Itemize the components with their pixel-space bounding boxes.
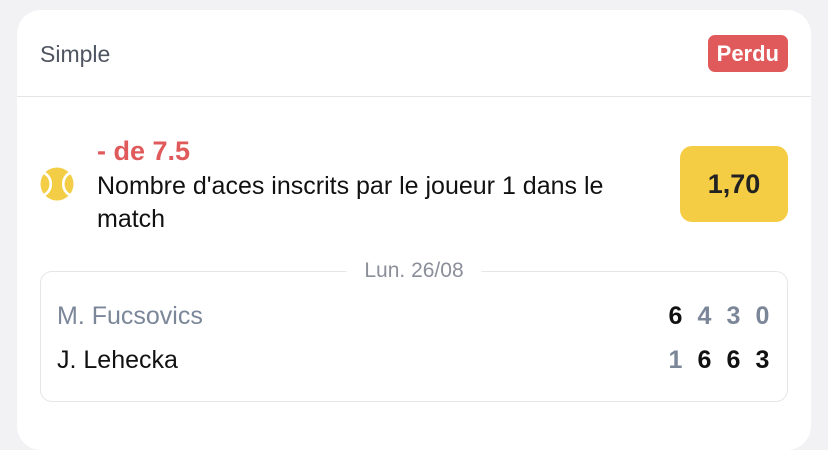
player-row-1: M. Fucsovics 6 4 3 0 — [57, 299, 777, 333]
set-score: 0 — [755, 302, 770, 330]
set-score: 6 — [668, 302, 683, 330]
set-score: 6 — [697, 346, 712, 374]
bet-card-header: Simple Perdu — [17, 10, 811, 97]
match-date: Lun. 26/08 — [346, 256, 482, 286]
set-score: 1 — [668, 346, 683, 374]
player-row-2: J. Lehecka 1 6 6 3 — [57, 343, 777, 377]
bet-type-label: Simple — [40, 41, 111, 67]
odds-badge: 1,70 — [680, 146, 788, 222]
set-scores: 1 6 6 3 — [661, 343, 777, 377]
set-score: 6 — [726, 346, 741, 374]
bet-card: Simple Perdu - de 7.5 Nombre d'aces insc… — [17, 10, 811, 450]
set-score: 3 — [755, 346, 770, 374]
tennis-ball-icon — [40, 167, 74, 201]
set-score: 4 — [697, 302, 712, 330]
player-name: J. Lehecka — [57, 346, 178, 374]
selection-pick: - de 7.5 — [97, 136, 191, 166]
market-description: Nombre d'aces inscrits par le joueur 1 d… — [97, 172, 604, 233]
set-scores: 6 4 3 0 — [661, 299, 777, 333]
status-badge: Perdu — [707, 35, 788, 72]
set-score: 3 — [726, 302, 741, 330]
match-scoreboard — [40, 271, 788, 402]
player-name: M. Fucsovics — [57, 302, 203, 330]
